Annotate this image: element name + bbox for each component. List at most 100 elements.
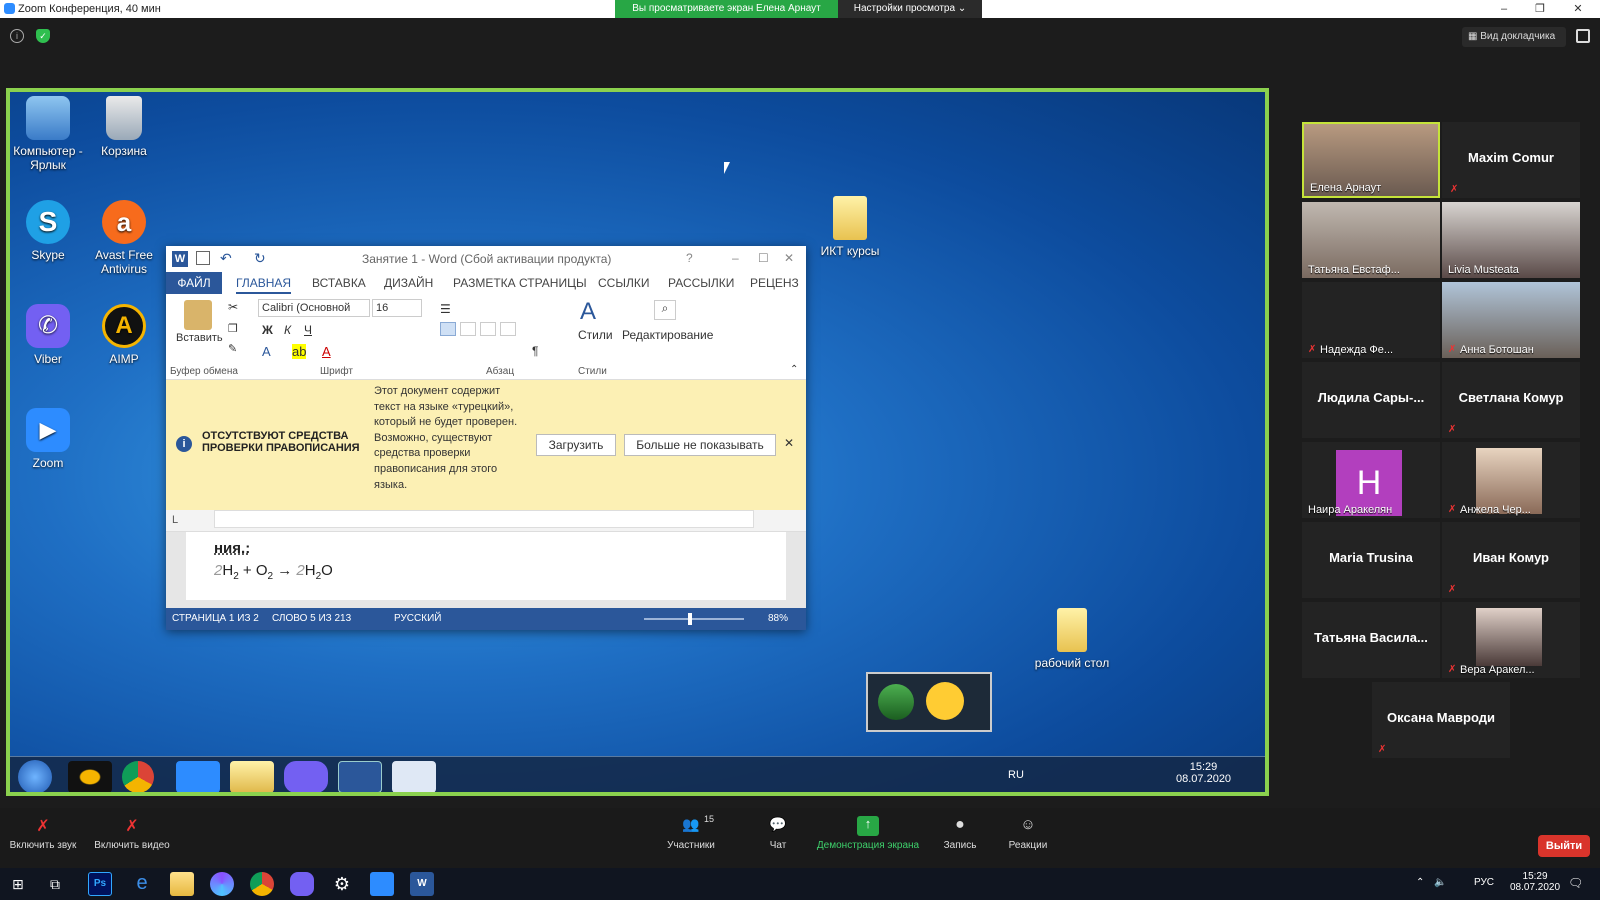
taskbar-preview-popup[interactable]: [866, 672, 992, 732]
participant-tile[interactable]: Людила Сары-...: [1302, 362, 1440, 438]
italic-button[interactable]: К: [284, 323, 291, 337]
undo-icon[interactable]: ↶: [220, 250, 232, 267]
win10-clock[interactable]: 15:29 08.07.2020: [1510, 871, 1560, 893]
status-words[interactable]: СЛОВО 5 ИЗ 213: [272, 613, 351, 624]
browser-icon[interactable]: [210, 872, 234, 896]
participant-tile[interactable]: Maxim Comur ✗: [1442, 122, 1580, 198]
align-center-icon[interactable]: [460, 322, 476, 336]
binoculars-icon[interactable]: ⌕: [654, 300, 676, 320]
pilcrow-icon[interactable]: ¶: [532, 344, 538, 358]
tab-selector-icon[interactable]: L: [172, 514, 178, 526]
participant-tile[interactable]: Елена Арнаут: [1302, 122, 1440, 198]
record-button[interactable]: ● Запись: [940, 816, 980, 851]
gear-icon[interactable]: ⚙: [330, 872, 354, 896]
participant-tile[interactable]: H Наира Аракелян: [1302, 442, 1440, 518]
participant-tile[interactable]: Татьяна Васила...: [1302, 602, 1440, 678]
participant-tile[interactable]: Оксана Мавроди ✗: [1372, 682, 1510, 758]
document-page[interactable]: ния.: 2H2 + O2 → 2H2O: [186, 532, 786, 600]
participant-tile[interactable]: ✗ Надежда Фе...: [1302, 282, 1440, 358]
zoom-icon[interactable]: [370, 872, 394, 896]
task-view-icon[interactable]: ⧉: [50, 876, 60, 893]
infobar-close-icon[interactable]: ✕: [784, 436, 794, 450]
styles-icon[interactable]: A: [580, 298, 596, 326]
encryption-shield-icon[interactable]: ✓: [36, 29, 50, 43]
tab-design[interactable]: ДИЗАЙН: [384, 276, 433, 290]
status-page[interactable]: СТРАНИЦА 1 ИЗ 2: [172, 613, 259, 624]
paste-icon[interactable]: [184, 300, 212, 330]
font-size-select[interactable]: 16: [372, 299, 422, 317]
win7-language[interactable]: RU: [1008, 769, 1024, 781]
participant-tile[interactable]: ✗ Вера Аракел...: [1442, 602, 1580, 678]
explorer-taskbar-icon[interactable]: [230, 761, 274, 792]
text-effects-icon[interactable]: A: [262, 344, 271, 359]
info-icon[interactable]: i: [10, 29, 24, 43]
zoom-taskbar-icon[interactable]: [176, 761, 220, 792]
restore-button[interactable]: ❐: [1522, 1, 1558, 17]
desktop-icon-ikt-folder[interactable]: ИКТ курсы: [812, 196, 888, 258]
notifications-icon[interactable]: 🗨: [1568, 876, 1583, 890]
word-minimize-button[interactable]: –: [732, 251, 739, 265]
participant-tile[interactable]: ✗ Анна Ботошан: [1442, 282, 1580, 358]
win7-clock[interactable]: 15:29 08.07.2020: [1176, 761, 1231, 785]
tab-references[interactable]: ССЫЛКИ: [598, 276, 649, 290]
tab-review[interactable]: РЕЦЕНЗ: [750, 276, 799, 290]
word-close-button[interactable]: ✕: [784, 251, 794, 265]
desktop-icon-recycle-bin[interactable]: Корзина: [86, 96, 162, 158]
leave-button[interactable]: Выйти: [1538, 835, 1590, 857]
chat-button[interactable]: 💬 Чат: [758, 816, 798, 851]
save-icon[interactable]: [196, 251, 210, 265]
justify-icon[interactable]: [500, 322, 516, 336]
chrome-icon[interactable]: [250, 872, 274, 896]
align-right-icon[interactable]: [480, 322, 496, 336]
aimp-taskbar-icon[interactable]: [68, 761, 112, 792]
participant-tile[interactable]: Светлана Комур ✗: [1442, 362, 1580, 438]
font-color-icon[interactable]: A: [322, 344, 331, 359]
download-button[interactable]: Загрузить: [536, 434, 616, 456]
bullets-icon[interactable]: ☰: [440, 302, 451, 316]
dont-show-again-button[interactable]: Больше не показывать: [624, 434, 776, 456]
cut-icon[interactable]: ✂: [228, 300, 238, 314]
chrome-taskbar-icon[interactable]: [122, 761, 154, 792]
horizontal-ruler[interactable]: L: [166, 510, 806, 532]
tab-home[interactable]: ГЛАВНАЯ: [236, 276, 292, 294]
participant-tile[interactable]: Иван Комур ✗: [1442, 522, 1580, 598]
desktop-icon-zoom[interactable]: ▶ Zoom: [10, 408, 86, 470]
desktop-icon-avast[interactable]: a Avast Free Antivirus: [86, 200, 162, 276]
tab-layout[interactable]: РАЗМЕТКА СТРАНИЦЫ: [453, 276, 587, 290]
windows-start-icon[interactable]: ⊞: [12, 876, 28, 892]
tab-insert[interactable]: ВСТАВКА: [312, 276, 366, 290]
help-icon[interactable]: ?: [686, 251, 693, 265]
participant-tile[interactable]: Livia Musteata: [1442, 202, 1580, 278]
bold-button[interactable]: Ж: [262, 323, 273, 337]
minimize-button[interactable]: –: [1486, 1, 1522, 17]
word-window[interactable]: W ↶ ↻ Занятие 1 - Word (Сбой активации п…: [166, 246, 806, 630]
collapse-ribbon-icon[interactable]: ⌃: [790, 364, 798, 375]
copy-icon[interactable]: ❐: [228, 322, 238, 335]
win10-language[interactable]: РУС: [1474, 877, 1494, 888]
status-language[interactable]: РУССКИЙ: [394, 613, 441, 624]
win7-start-button[interactable]: [18, 760, 52, 792]
format-painter-icon[interactable]: ✎: [228, 342, 237, 355]
tab-file[interactable]: ФАЙЛ: [166, 272, 222, 294]
share-screen-button[interactable]: ↑ Демонстрация экрана: [812, 816, 924, 851]
align-left-icon[interactable]: [440, 322, 456, 336]
desktop-icon-computer[interactable]: Компьютер - Ярлык: [10, 96, 86, 172]
word-taskbar-icon[interactable]: [338, 761, 382, 792]
viber-icon[interactable]: [290, 872, 314, 896]
close-button[interactable]: ✕: [1560, 1, 1596, 17]
volume-icon[interactable]: 🔈: [1434, 877, 1446, 888]
zoom-slider-handle[interactable]: [688, 613, 692, 625]
font-name-select[interactable]: Calibri (Основной: [258, 299, 370, 317]
start-video-button[interactable]: ✗ Включить видео: [92, 816, 172, 851]
viber-taskbar-icon[interactable]: [284, 761, 328, 792]
view-options-dropdown[interactable]: Настройки просмотра ⌄: [838, 0, 982, 18]
unmute-button[interactable]: ✗ Включить звук: [8, 816, 78, 851]
app-taskbar-icon[interactable]: [392, 761, 436, 792]
participant-tile[interactable]: Maria Trusina: [1302, 522, 1440, 598]
file-explorer-icon[interactable]: [170, 872, 194, 896]
highlight-icon[interactable]: ab: [292, 344, 307, 359]
redo-icon[interactable]: ↻: [254, 250, 266, 267]
desktop-icon-desktop-folder[interactable]: рабочий стол: [1034, 608, 1110, 670]
word-maximize-button[interactable]: ☐: [758, 251, 769, 265]
speaker-view-button[interactable]: ▦ Вид докладчика: [1462, 27, 1566, 47]
